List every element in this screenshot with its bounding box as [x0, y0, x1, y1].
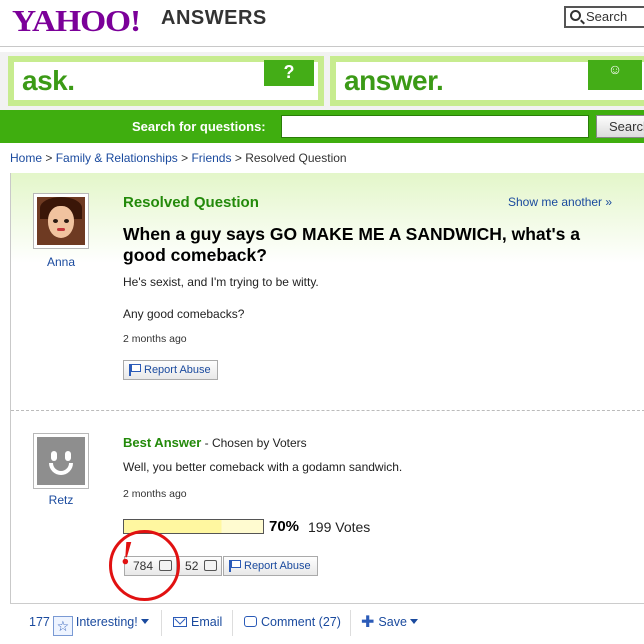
email-label: Email [191, 615, 223, 629]
vote-percentage: 70% [269, 518, 300, 535]
thumbs-down-count: 52 [185, 559, 199, 573]
interesting-button[interactable]: 177 ☆ Interesting! [29, 613, 149, 636]
breadcrumb-separator: > [181, 151, 189, 165]
breadcrumb-friends[interactable]: Friends [191, 151, 231, 165]
question-report-abuse-button[interactable]: Report Abuse [123, 360, 218, 380]
answers-logo-text[interactable]: ANSWERS [161, 7, 267, 30]
star-icon: ☆ [52, 616, 73, 636]
vote-count: 199 Votes [308, 519, 371, 535]
asker-avatar[interactable] [33, 193, 89, 249]
site-header: YAHOO! ANSWERS Search [0, 0, 644, 48]
smiley-icon: ☺ [588, 60, 642, 90]
question-search-bar: Search for questions: Search [0, 110, 644, 143]
answer-text: Well, you better comeback with a godamn … [123, 460, 403, 474]
question-body-line-2: Any good comebacks? [123, 307, 245, 321]
breadcrumb-separator: > [45, 151, 53, 165]
answerer-name[interactable]: Retz [33, 493, 89, 507]
exclamation-annotation: ! [120, 535, 134, 572]
answer-report-abuse-button[interactable]: Report Abuse [223, 556, 318, 576]
question-search-button[interactable]: Search [596, 115, 644, 138]
breadcrumb-home[interactable]: Home [10, 151, 42, 165]
email-button[interactable]: Email [173, 613, 222, 633]
resolved-question-heading: Resolved Question [123, 194, 259, 211]
question-search-input[interactable] [281, 115, 589, 138]
ask-button[interactable]: ask. ? [8, 56, 324, 106]
ask-answer-banner: ask. ? answer. ☺ [0, 52, 644, 110]
header-divider [0, 46, 644, 47]
comment-button[interactable]: Comment (27) [244, 613, 341, 633]
question-title: When a guy says GO MAKE ME A SANDWICH, w… [123, 224, 580, 265]
ask-label: ask. [22, 65, 75, 96]
comment-label: Comment (27) [261, 615, 341, 629]
thumbs-down-icon [204, 560, 218, 571]
breadcrumb-current: Resolved Question [245, 151, 347, 165]
question-panel: Anna Resolved Question Show me another »… [10, 173, 644, 644]
search-icon [570, 10, 581, 21]
flag-icon [229, 560, 241, 572]
chevron-down-icon [409, 619, 418, 624]
chosen-by-label: - Chosen by Voters [201, 436, 307, 450]
thumbs-down-button[interactable]: 52 [177, 557, 221, 575]
header-search-button[interactable]: Search [564, 6, 644, 28]
save-button[interactable]: ✚ Save [361, 613, 418, 633]
envelope-icon [173, 617, 187, 627]
section-divider [11, 410, 644, 411]
report-abuse-label: Report Abuse [144, 364, 211, 376]
search-questions-label: Search for questions: [132, 119, 266, 134]
best-answer-label: Best Answer [123, 435, 202, 450]
answer-label: answer. [344, 65, 444, 96]
flag-icon [129, 364, 141, 376]
breadcrumb-family-relationships[interactable]: Family & Relationships [56, 151, 178, 165]
answer-button[interactable]: answer. ☺ [330, 56, 644, 106]
comment-icon [244, 616, 257, 627]
question-body-line-1: He's sexist, and I'm trying to be witty. [123, 275, 319, 289]
plus-icon: ✚ [361, 614, 375, 631]
interesting-count: 177 [29, 615, 50, 629]
chevron-down-icon [140, 619, 149, 624]
report-abuse-label: Report Abuse [244, 560, 311, 572]
interesting-label: Interesting! [75, 615, 138, 629]
yahoo-logo[interactable]: YAHOO! [12, 3, 141, 39]
question-timestamp: 2 months ago [123, 333, 187, 345]
save-label: Save [378, 615, 407, 629]
show-me-another-link[interactable]: Show me another » [508, 195, 612, 209]
question-mark-icon: ? [264, 60, 314, 86]
best-answer-heading: Best Answer - Chosen by Voters [123, 435, 307, 450]
breadcrumb: Home > Family & Relationships > Friends … [10, 151, 347, 165]
answerer-avatar[interactable] [33, 433, 89, 489]
question-actions-bar: 177 ☆ Interesting! Email Comment (27) ✚ Sav… [10, 603, 644, 644]
breadcrumb-separator: > [234, 151, 242, 165]
header-search-label: Search [586, 9, 628, 24]
answer-timestamp: 2 months ago [123, 488, 187, 500]
asker-name[interactable]: Anna [33, 255, 89, 269]
